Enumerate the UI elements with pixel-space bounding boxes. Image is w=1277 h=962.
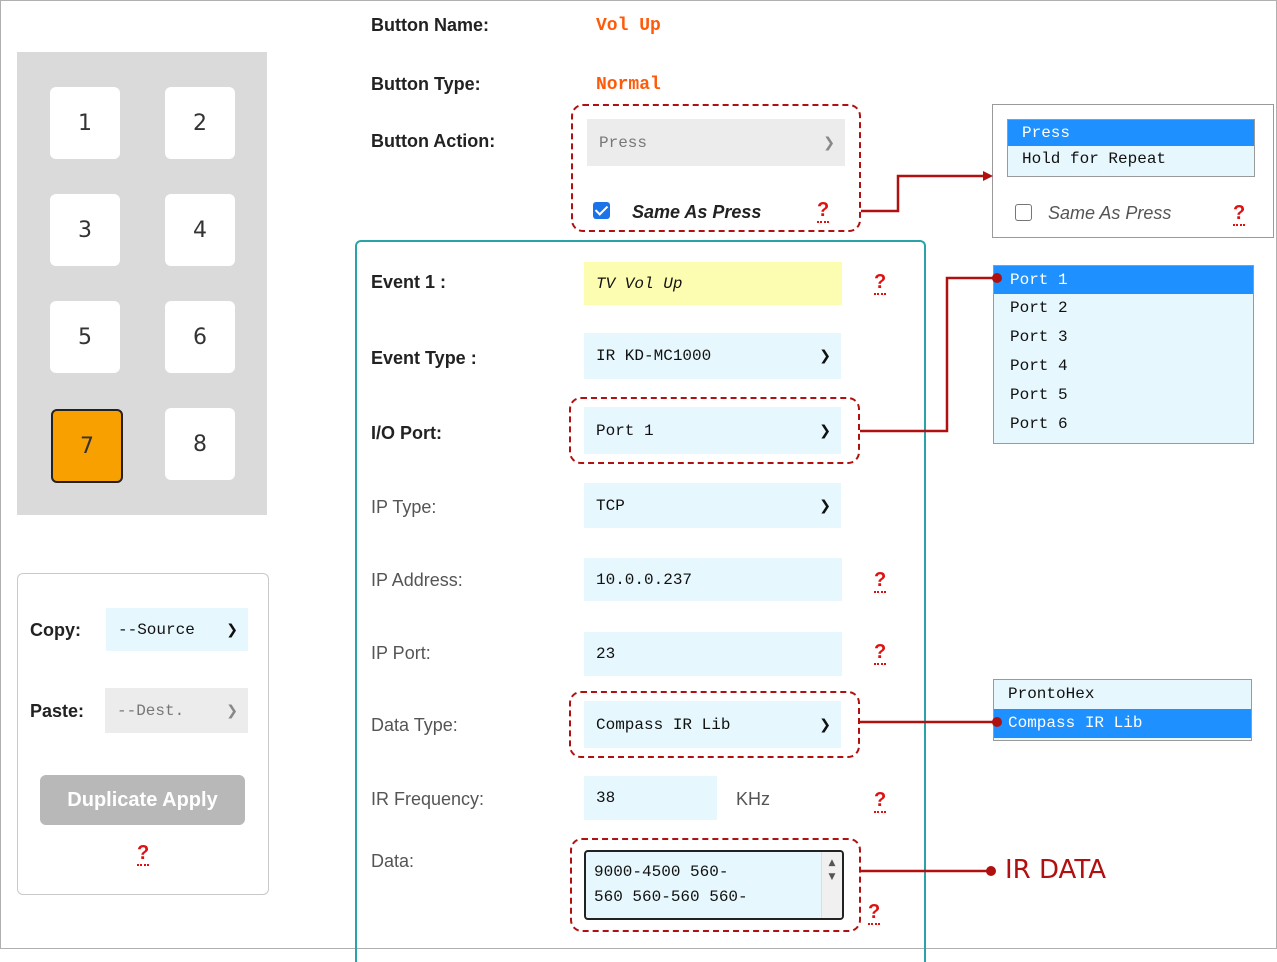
port-connector [860,276,997,433]
arrow-head-icon [983,171,993,181]
connector-dot-icon [992,273,1002,283]
connector-dot-icon [992,717,1002,727]
connector-dot-icon [986,866,996,876]
action-connector [861,174,985,213]
callout-connectors [860,171,1002,876]
